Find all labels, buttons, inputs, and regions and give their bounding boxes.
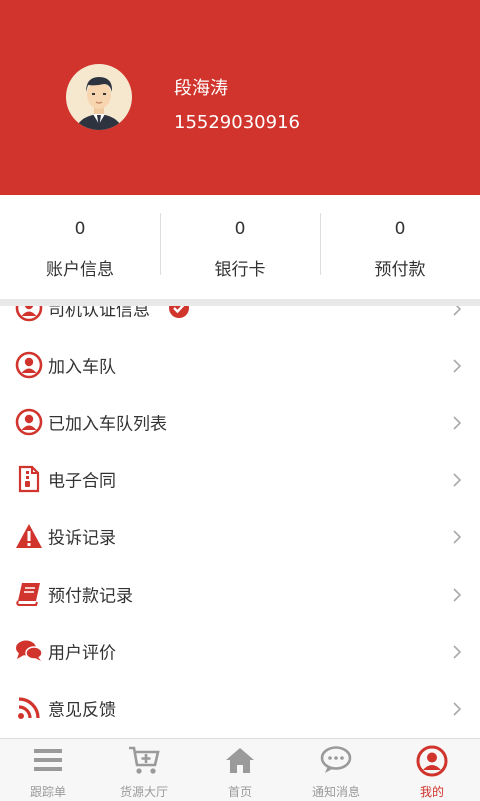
menu-item-user-reviews[interactable]: 用户评价 <box>0 622 480 679</box>
menu-item-prepayment-records[interactable]: 预付款记录 <box>0 565 480 622</box>
chat-bubbles-icon <box>14 636 44 666</box>
person-circle-icon <box>14 306 44 323</box>
menu-item-label: 加入车队 <box>48 357 116 378</box>
menu-item-driver-certification[interactable]: 司机认证信息 <box>0 306 480 336</box>
chevron-right-icon <box>450 358 464 373</box>
speech-bubble-icon <box>320 745 352 775</box>
nav-label: 通知消息 <box>311 785 360 799</box>
menu-item-join-fleet[interactable]: 加入车队 <box>0 336 480 393</box>
stat-label: 银行卡 <box>214 260 266 280</box>
home-icon <box>224 745 256 775</box>
stat-value: 0 <box>234 219 246 239</box>
verified-check-icon <box>168 306 190 319</box>
chevron-right-icon <box>450 587 464 602</box>
menu-list[interactable]: 司机认证信息 加入车队 已加入车队列表 电子合同 投诉记录 预付款记录 用户评价… <box>0 306 480 738</box>
rss-icon <box>14 693 44 723</box>
profile-header: 段海涛 15529030916 <box>0 0 480 195</box>
menu-item-label: 已加入车队列表 <box>48 414 167 435</box>
stat-value: 0 <box>394 219 406 239</box>
menu-item-e-contract[interactable]: 电子合同 <box>0 451 480 508</box>
user-phone: 15529030916 <box>174 112 300 133</box>
account-stats: 0 账户信息 0 银行卡 0 预付款 <box>0 195 480 299</box>
book-icon <box>14 579 44 609</box>
person-circle-icon <box>14 350 44 380</box>
menu-item-label: 预付款记录 <box>48 586 133 607</box>
menu-item-joined-fleets[interactable]: 已加入车队列表 <box>0 393 480 450</box>
nav-tracking[interactable]: 跟踪单 <box>0 739 96 801</box>
nav-label: 跟踪单 <box>29 785 66 799</box>
nav-cargo-hall[interactable]: 货源大厅 <box>96 739 192 801</box>
stat-prepayment[interactable]: 0 预付款 <box>320 195 480 299</box>
nav-label: 货源大厅 <box>119 785 168 799</box>
menu-item-feedback[interactable]: 意见反馈 <box>0 679 480 736</box>
menu-item-complaints[interactable]: 投诉记录 <box>0 508 480 565</box>
chevron-right-icon <box>450 472 464 487</box>
menu-item-label: 意见反馈 <box>48 700 116 721</box>
stat-bank-card[interactable]: 0 银行卡 <box>160 195 320 299</box>
menu-item-label: 用户评价 <box>48 643 116 664</box>
chevron-right-icon <box>450 306 464 316</box>
chevron-right-icon <box>450 415 464 430</box>
nav-home[interactable]: 首页 <box>192 739 288 801</box>
person-circle-icon <box>14 407 44 437</box>
nav-label: 我的 <box>419 785 444 799</box>
cart-plus-icon <box>128 745 160 775</box>
chevron-right-icon <box>450 644 464 659</box>
menu-lines-icon <box>32 745 64 775</box>
chevron-right-icon <box>450 701 464 716</box>
nav-mine[interactable]: 我的 <box>384 739 480 801</box>
chevron-right-icon <box>450 529 464 544</box>
user-name: 段海涛 <box>174 78 228 99</box>
stat-label: 预付款 <box>374 260 426 280</box>
section-divider <box>0 299 480 306</box>
menu-item-label: 电子合同 <box>48 471 116 492</box>
stat-label: 账户信息 <box>46 260 114 280</box>
document-zip-icon <box>14 464 44 494</box>
nav-label: 首页 <box>227 785 252 799</box>
menu-item-label: 司机认证信息 <box>48 306 150 321</box>
menu-item-label: 投诉记录 <box>48 528 116 549</box>
bottom-nav: 跟踪单 货源大厅 首页 通知消息 我的 <box>0 738 480 801</box>
nav-notifications[interactable]: 通知消息 <box>288 739 384 801</box>
stat-value: 0 <box>74 219 86 239</box>
user-circle-icon <box>416 745 448 777</box>
avatar[interactable] <box>66 58 132 136</box>
warning-icon <box>14 521 44 551</box>
stat-account-info[interactable]: 0 账户信息 <box>0 195 160 299</box>
